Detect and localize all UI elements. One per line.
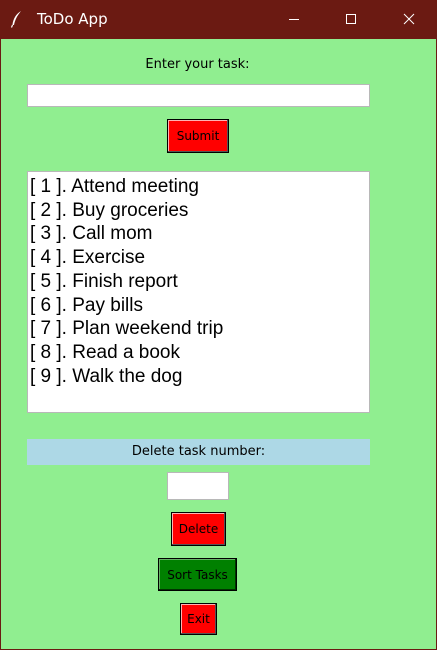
list-item[interactable]: [ 5 ]. Finish report [30,270,369,294]
list-item[interactable]: [ 2 ]. Buy groceries [30,199,369,223]
list-item[interactable]: [ 7 ]. Plan weekend trip [30,317,369,341]
close-icon [403,10,415,29]
exit-button[interactable]: Exit [180,603,217,635]
maximize-button[interactable] [322,0,380,39]
minimize-icon [288,10,300,29]
delete-button[interactable]: Delete [171,512,226,546]
enter-task-label: Enter your task: [145,57,250,72]
list-item[interactable]: [ 1 ]. Attend meeting [30,175,369,199]
window-title: ToDo App [37,10,108,28]
task-input[interactable] [27,84,370,107]
delete-number-input[interactable] [167,472,229,500]
maximize-icon [345,10,357,29]
list-item[interactable]: [ 8 ]. Read a book [30,341,369,365]
submit-button[interactable]: Submit [167,119,229,153]
list-item[interactable]: [ 3 ]. Call mom [30,222,369,246]
title-bar[interactable]: ToDo App [1,0,437,39]
close-button[interactable] [380,0,437,39]
list-item[interactable]: [ 4 ]. Exercise [30,246,369,270]
todo-app-window: ToDo App Enter your task: Submit [ 1 ]. … [0,0,437,650]
delete-task-label: Delete task number: [27,439,370,465]
list-item[interactable]: [ 6 ]. Pay bills [30,294,369,318]
feather-icon [9,10,25,28]
list-item[interactable]: [ 9 ]. Walk the dog [30,365,369,389]
sort-tasks-button[interactable]: Sort Tasks [158,558,237,591]
minimize-button[interactable] [265,0,323,39]
task-list[interactable]: [ 1 ]. Attend meeting [ 2 ]. Buy groceri… [27,171,370,413]
